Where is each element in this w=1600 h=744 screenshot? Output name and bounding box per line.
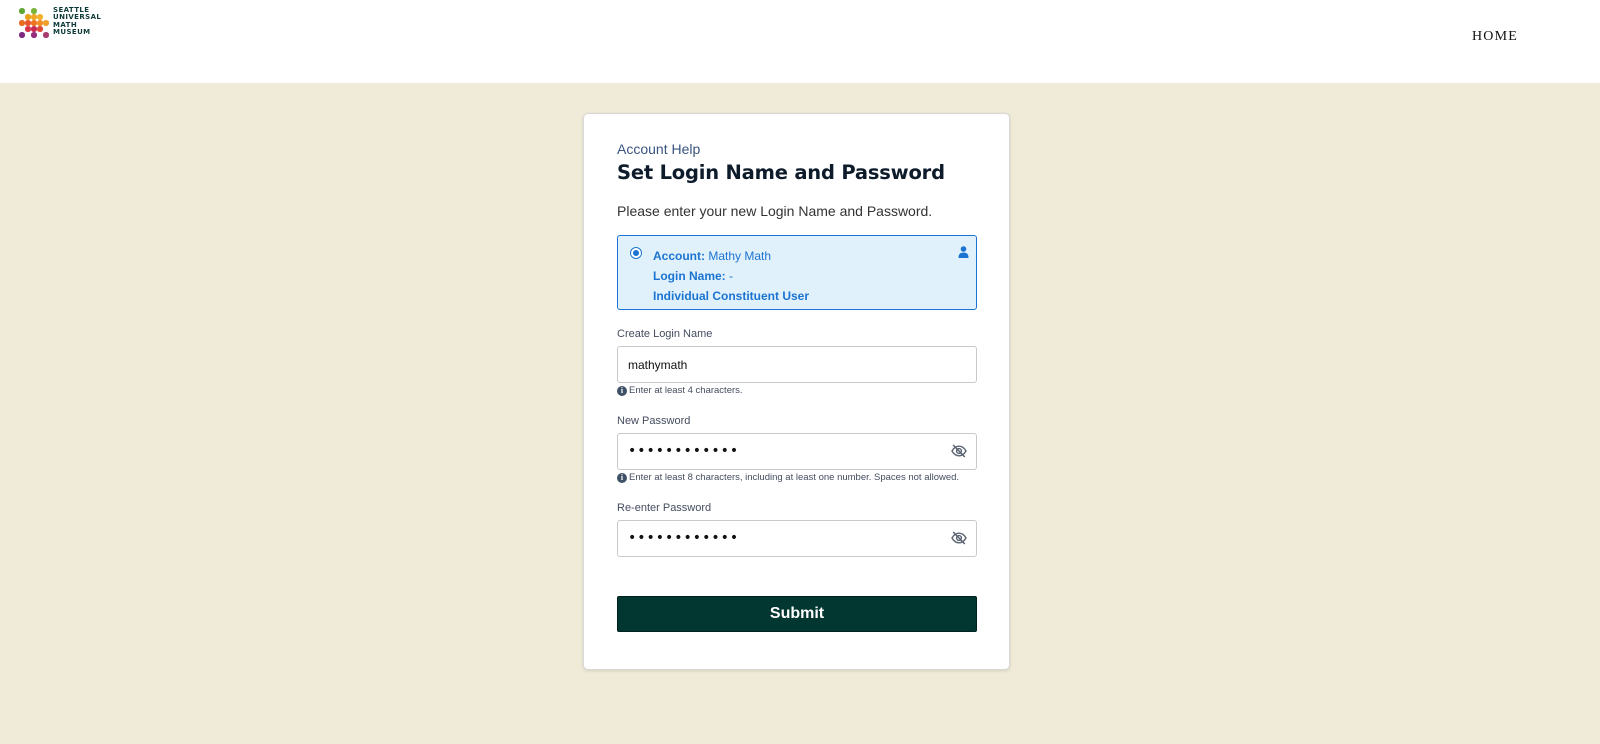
card-eyebrow: Account Help — [617, 141, 701, 157]
new-password-masked-value: •••••••••••• — [628, 443, 740, 459]
logo-wordmark: SEATTLE UNIVERSAL MATH MUSEUM — [53, 6, 101, 37]
account-option[interactable]: Account: Mathy Math Login Name: - Indivi… — [617, 235, 977, 310]
account-line: Account: Mathy Math — [653, 246, 809, 266]
nav-home-link[interactable]: HOME — [1472, 29, 1518, 45]
login-name-hint: i Enter at least 4 characters. — [617, 385, 743, 396]
reenter-password-field-label: Re-enter Password — [617, 502, 712, 514]
eye-slash-icon[interactable] — [951, 444, 967, 463]
login-name-line: Login Name: - — [653, 266, 809, 286]
login-name-value: - — [729, 269, 734, 283]
new-password-hint-text: Enter at least 8 characters, including a… — [629, 472, 960, 483]
user-type: Individual Constituent User — [653, 289, 810, 303]
login-name-input[interactable]: mathymath — [617, 346, 977, 383]
logo-dots-icon — [18, 7, 50, 39]
user-type-line: Individual Constituent User — [653, 286, 809, 306]
login-name-hint-text: Enter at least 4 characters. — [629, 385, 743, 396]
account-help-card: Account Help Set Login Name and Password… — [583, 113, 1010, 670]
info-icon: i — [617, 385, 627, 396]
new-password-field-label: New Password — [617, 415, 691, 427]
submit-button[interactable]: Submit — [617, 596, 977, 632]
info-icon: i — [617, 472, 627, 483]
account-value: Mathy Math — [708, 249, 772, 263]
reenter-password-input[interactable]: •••••••••••• — [617, 520, 977, 557]
museum-logo[interactable]: SEATTLE UNIVERSAL MATH MUSEUM — [18, 6, 128, 39]
login-name-input-value: mathymath — [628, 358, 688, 372]
page-subtitle: Please enter your new Login Name and Pas… — [617, 203, 933, 219]
login-name-label: Login Name: — [653, 269, 726, 283]
account-radio[interactable] — [630, 247, 642, 259]
account-label: Account: — [653, 249, 705, 263]
page-title: Set Login Name and Password — [617, 161, 945, 184]
new-password-input[interactable]: •••••••••••• — [617, 433, 977, 470]
logo-line: MUSEUM — [53, 28, 91, 37]
account-details: Account: Mathy Math Login Name: - Indivi… — [653, 246, 809, 306]
reenter-password-masked-value: •••••••••••• — [628, 530, 740, 546]
login-name-field-label: Create Login Name — [617, 328, 713, 340]
site-header: SEATTLE UNIVERSAL MATH MUSEUM HOME — [0, 0, 1600, 83]
eye-slash-icon[interactable] — [951, 531, 967, 550]
person-icon — [958, 245, 969, 263]
new-password-hint: i Enter at least 8 characters, including… — [617, 472, 959, 483]
